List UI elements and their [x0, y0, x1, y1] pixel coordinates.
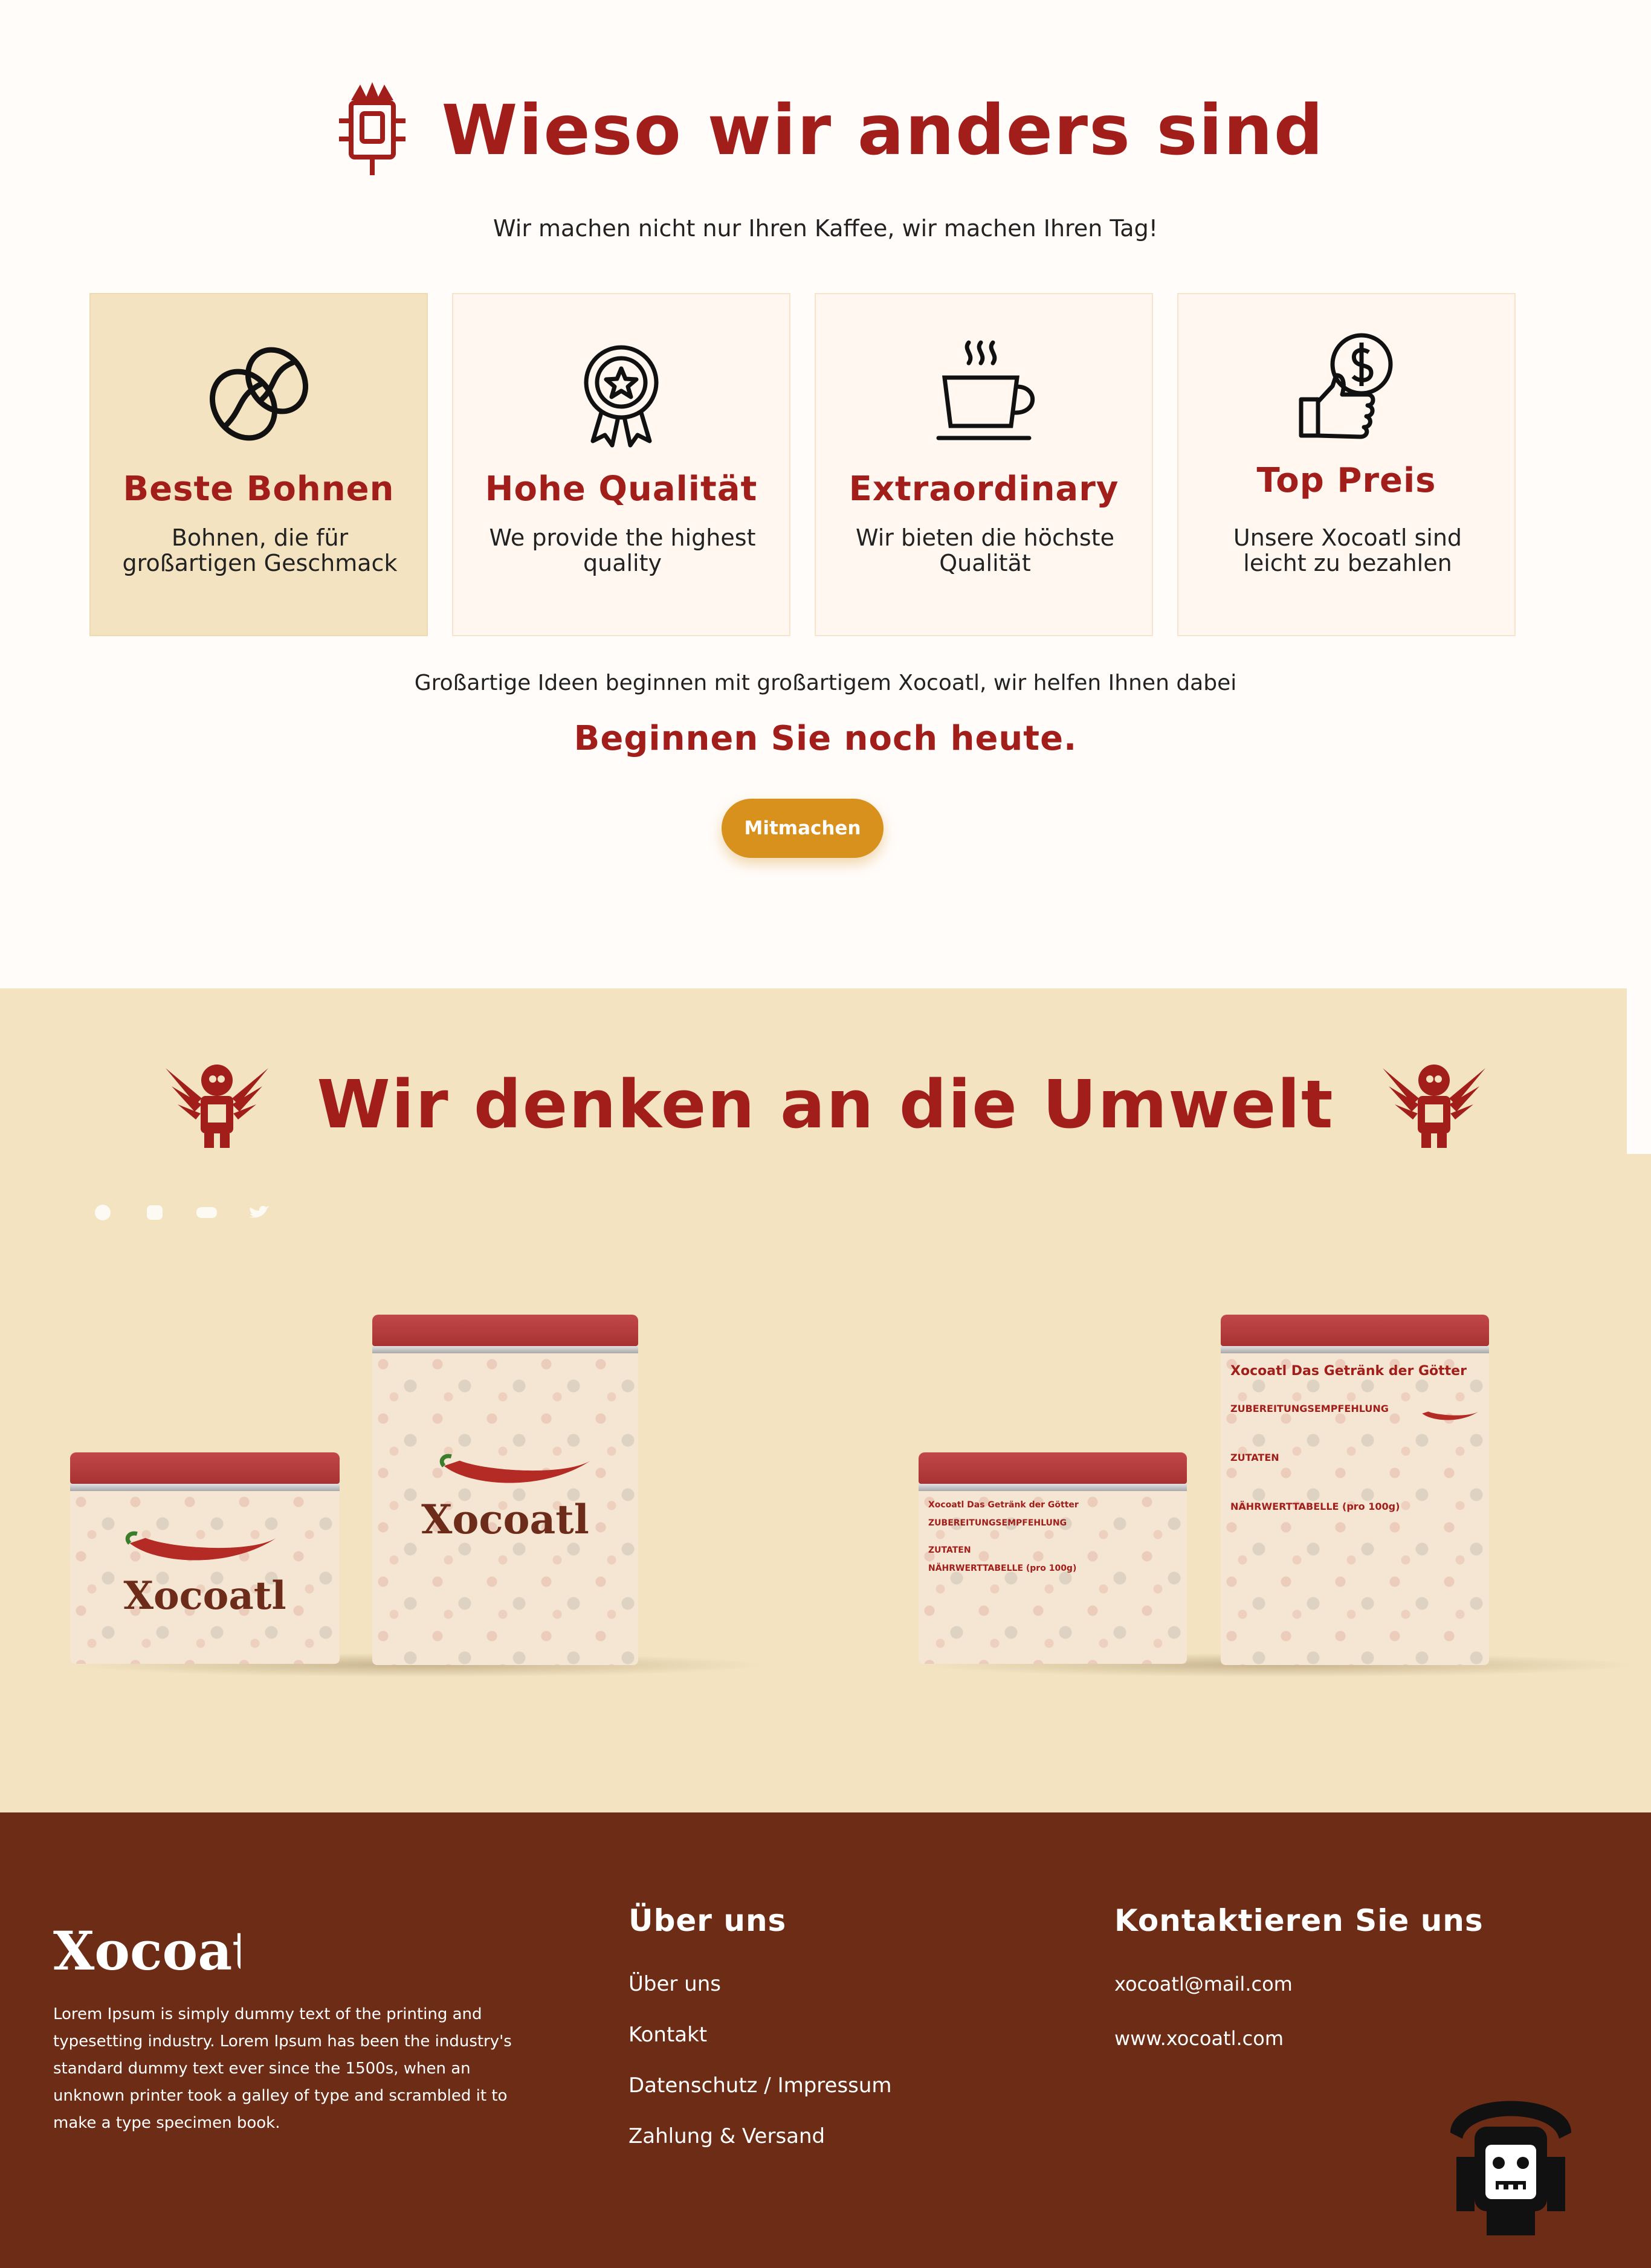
footer-contact-title: Kontaktieren Sie uns [1114, 1903, 1484, 1938]
aztec-mascot-icon [1450, 2101, 1571, 2235]
footer-website-link[interactable]: www.xocoatl.com [1114, 2020, 1484, 2075]
tin-back-heading: ZUBEREITUNGSEMPFEHLUNG [1230, 1403, 1389, 1414]
feature-card-beans: Beste Bohnen Bohnen, die für großartigen… [89, 293, 428, 636]
coffee-beans-icon [209, 347, 309, 441]
facebook-icon[interactable] [91, 1203, 115, 1222]
tin-back-label: Xocoatl Das Getränk der Götter ZUBEREITU… [1230, 1365, 1479, 1513]
chili-icon [1422, 1411, 1479, 1420]
footer-links: Über uns Über uns Kontakt Datenschutz / … [628, 1903, 892, 2169]
tin-back-title: Xocoatl Das Getränk der Götter [928, 1500, 1079, 1510]
feature-cards: Beste Bohnen Bohnen, die für großartigen… [89, 293, 1516, 636]
environment-title: Wir denken an die Umwelt [317, 1066, 1334, 1143]
quality-badge-icon [584, 345, 659, 448]
footer-link-contact[interactable]: Kontakt [628, 2017, 892, 2067]
feature-card-text: Wir bieten die höchste Qualität [855, 524, 1115, 576]
footer-links-title: Über uns [628, 1903, 787, 1938]
tin-brand: Xocoatl [421, 1496, 589, 1543]
environment-header: Wir denken an die Umwelt [0, 1056, 1651, 1153]
footer-email-link[interactable]: xocoatl@mail.com [1114, 1966, 1484, 2020]
footer-logo[interactable]: Xocoatl [53, 1918, 241, 1984]
footer-logo-text: Xocoatl [53, 1919, 241, 1982]
product-tin-large-back: Xocoatl Das Getränk der Götter ZUBEREITU… [1221, 1315, 1489, 1665]
why-title: Wieso wir anders sind [441, 89, 1325, 170]
tin-back-title: Xocoatl Das Getränk der Götter [1230, 1364, 1467, 1379]
why-header: Wieso wir anders sind [0, 79, 1651, 181]
instagram-icon[interactable] [143, 1203, 167, 1222]
feature-card-quality: Hohe Qualität We provide the highest qua… [452, 293, 790, 636]
aztec-totem-icon [338, 82, 405, 175]
product-tin-small-front: Xocoatl [70, 1452, 340, 1664]
feature-card-text: Bohnen, die für großartigen Geschmack [122, 524, 398, 576]
feature-card-extraordinary: Extraordinary Wir bieten die höchste Qua… [815, 293, 1153, 636]
aztec-bird-icon [1382, 1065, 1485, 1148]
tin-back-heading: NÄHRWERTTABELLE (pro 100g) [928, 1564, 1077, 1573]
why-subtitle: Wir machen nicht nur Ihren Kaffee, wir m… [493, 215, 1158, 242]
tin-back-heading: NÄHRWERTTABELLE (pro 100g) [1230, 1501, 1400, 1512]
youtube-icon[interactable] [195, 1203, 219, 1222]
cta-title: Beginnen Sie noch heute. [573, 719, 1078, 758]
product-tin-small-back: Xocoatl Das Getränk der Götter ZUBEREITU… [919, 1452, 1187, 1664]
tin-brand: Xocoatl [123, 1573, 286, 1619]
twitter-icon[interactable] [247, 1203, 271, 1222]
tin-back-heading: ZUTATEN [928, 1545, 971, 1555]
why-section: Wieso wir anders sind Wir machen nicht n… [0, 0, 1651, 988]
join-button[interactable]: Mitmachen [722, 799, 884, 858]
tin-back-heading: ZUTATEN [1230, 1452, 1279, 1463]
footer: Xocoatl Lorem Ipsum is simply dummy text… [0, 1812, 1651, 2268]
social-links [91, 1203, 271, 1222]
tin-back-heading: ZUBEREITUNGSEMPFEHLUNG [928, 1518, 1067, 1528]
feature-card-title: Hohe Qualität [485, 469, 758, 509]
feature-card-text: Unsere Xocoatl sind leicht zu bezahlen [1233, 524, 1462, 576]
environment-section: Wir denken an die Umwelt Xocoatl Xocoatl… [0, 988, 1651, 1812]
thumbs-up-dollar-icon [1299, 333, 1393, 439]
feature-card-title: Beste Bohnen [123, 469, 395, 509]
chili-icon [125, 1531, 277, 1561]
footer-link-about[interactable]: Über uns [628, 1966, 892, 2017]
tin-back-label: Xocoatl Das Getränk der Götter ZUBEREITU… [928, 1501, 1177, 1573]
footer-link-privacy[interactable]: Datenschutz / Impressum [628, 2067, 892, 2118]
footer-about: Lorem Ipsum is simply dummy text of the … [53, 2005, 512, 2132]
feature-card-title: Top Preis [1256, 461, 1436, 500]
feature-card-price: Top Preis Unsere Xocoatl sind leicht zu … [1177, 293, 1516, 636]
aztec-bird-icon [166, 1065, 269, 1148]
chili-icon [439, 1454, 591, 1483]
product-tin-large-front: Xocoatl [372, 1315, 638, 1665]
footer-link-shipping[interactable]: Zahlung & Versand [628, 2118, 892, 2169]
coffee-cup-icon [936, 340, 1035, 440]
cta-note: Großartige Ideen beginnen mit großartige… [414, 671, 1237, 695]
feature-card-title: Extraordinary [848, 469, 1119, 509]
footer-contact: Kontaktieren Sie uns xocoatl@mail.com ww… [1114, 1903, 1484, 2075]
feature-card-text: We provide the highest quality [489, 524, 756, 576]
